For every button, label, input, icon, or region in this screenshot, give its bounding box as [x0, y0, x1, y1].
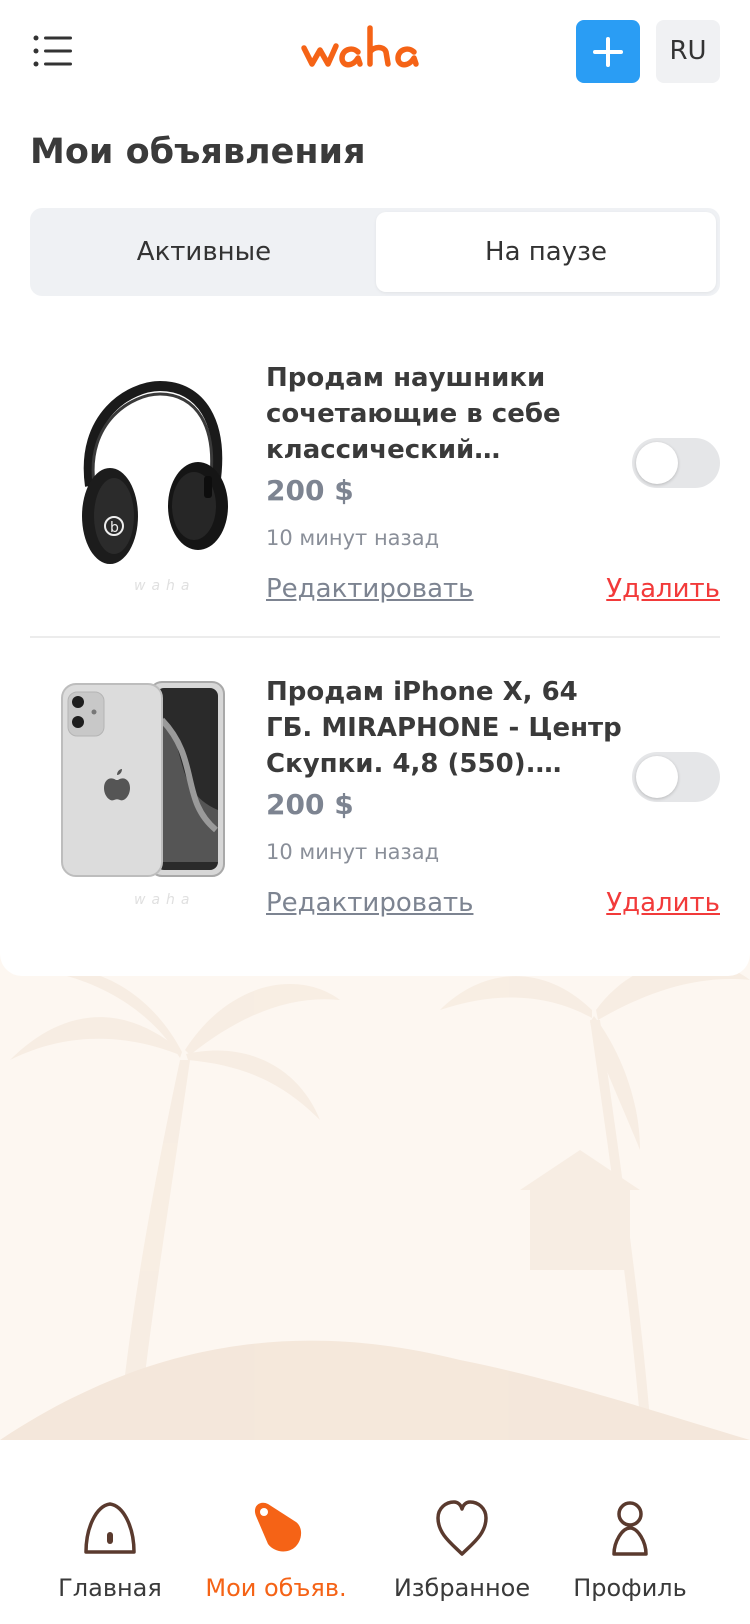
- nav-item-home[interactable]: Главная: [20, 1478, 200, 1624]
- listings-container: b waha Продам наушники сочетающие в себе…: [0, 296, 750, 976]
- listing-title[interactable]: Продам iPhone X, 64 ГБ. MIRAPHONE - Цент…: [266, 674, 626, 782]
- nav-item-favorites[interactable]: Избранное: [372, 1478, 552, 1624]
- home-icon: [84, 1502, 136, 1554]
- listing-time: 10 минут назад: [266, 526, 440, 550]
- heart-icon: [436, 1500, 488, 1556]
- edit-link[interactable]: Редактировать: [266, 888, 473, 918]
- app-header: RU: [0, 0, 750, 110]
- background-palm-decoration: [0, 940, 750, 1440]
- add-listing-button[interactable]: [576, 20, 640, 83]
- nav-label-favorites: Избранное: [393, 1574, 531, 1602]
- listing-card[interactable]: waha Продам iPhone X, 64 ГБ. MIRAPHONE -…: [30, 660, 720, 960]
- listing-price: 200 $: [266, 474, 354, 507]
- bottom-navigation: Главная Мои объяв. Избранное Профиль: [0, 1478, 750, 1624]
- listing-active-toggle[interactable]: [632, 438, 720, 488]
- delete-link[interactable]: Удалить: [606, 888, 720, 918]
- edit-link[interactable]: Редактировать: [266, 574, 473, 604]
- listing-title[interactable]: Продам наушники сочетающие в себе класси…: [266, 360, 626, 468]
- language-button[interactable]: RU: [656, 20, 720, 83]
- page-title: Мои объявления: [30, 132, 366, 172]
- listing-price: 200 $: [266, 788, 354, 821]
- listing-active-toggle[interactable]: [632, 752, 720, 802]
- svg-text:b: b: [110, 520, 119, 536]
- tab-paused[interactable]: На паузе: [376, 212, 716, 292]
- profile-icon: [612, 1501, 648, 1556]
- nav-item-profile[interactable]: Профиль: [540, 1478, 720, 1624]
- headphones-image[interactable]: b: [50, 366, 250, 566]
- waha-logo[interactable]: [300, 18, 452, 74]
- tag-icon: [254, 1502, 302, 1552]
- toggle-knob: [636, 756, 678, 798]
- iphone-image[interactable]: [50, 680, 250, 880]
- watermark: waha: [134, 892, 196, 908]
- plus-icon: [593, 37, 623, 67]
- watermark: waha: [134, 578, 196, 594]
- nav-label-my-listings: Мои объяв.: [205, 1574, 347, 1602]
- listing-divider: [30, 636, 720, 638]
- nav-label-profile: Профиль: [573, 1574, 687, 1602]
- nav-label-home: Главная: [58, 1574, 162, 1602]
- listing-status-tabs: Активные На паузе: [30, 208, 720, 296]
- listing-card[interactable]: b waha Продам наушники сочетающие в себе…: [30, 346, 720, 646]
- tab-active[interactable]: Активные: [34, 212, 374, 292]
- toggle-knob: [636, 442, 678, 484]
- menu-icon[interactable]: [30, 30, 80, 74]
- listing-time: 10 минут назад: [266, 840, 440, 864]
- delete-link[interactable]: Удалить: [606, 574, 720, 604]
- nav-item-my-listings[interactable]: Мои объяв.: [186, 1478, 366, 1624]
